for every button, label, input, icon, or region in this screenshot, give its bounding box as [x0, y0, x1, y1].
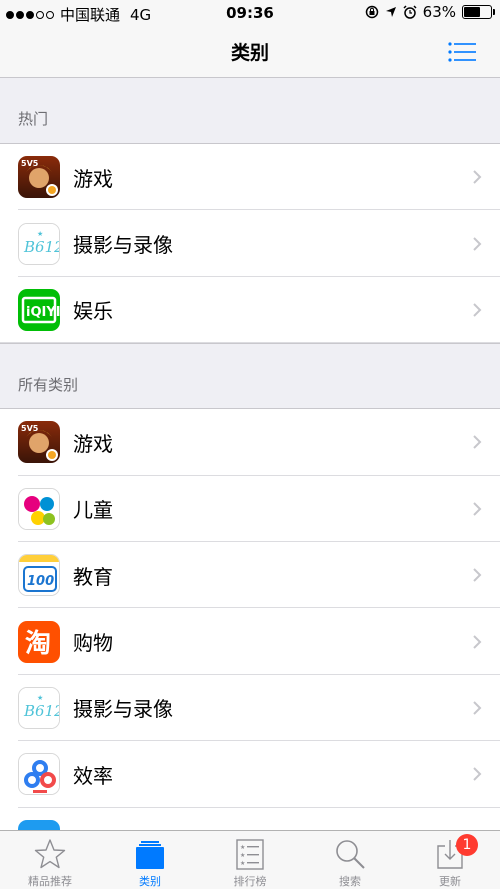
category-row-entertainment[interactable]: iQIYI 娱乐 — [0, 276, 500, 344]
svg-text:B612: B612 — [23, 702, 60, 720]
category-label: 摄影与录像 — [73, 233, 173, 258]
tab-categories[interactable]: 类别 — [100, 831, 200, 889]
list-icon[interactable] — [448, 42, 476, 62]
svg-text:iQIYI: iQIYI — [26, 305, 60, 320]
tab-ranking[interactable]: ★ ★ ★ 排行榜 — [200, 831, 300, 889]
category-label: 游戏 — [73, 166, 113, 191]
category-row-game[interactable]: 5V5 游戏 — [0, 409, 500, 476]
search-icon — [336, 840, 365, 869]
category-row-productivity[interactable]: 效率 — [0, 741, 500, 808]
tab-label: 更新 — [439, 875, 461, 888]
nav-bar: 类别 — [0, 26, 500, 78]
category-label: 教育 — [73, 564, 113, 589]
battery-fill — [464, 7, 481, 17]
tab-label: 搜索 — [339, 875, 361, 888]
category-row-partial[interactable] — [0, 807, 500, 830]
category-row-shopping[interactable]: 淘 购物 — [0, 608, 500, 676]
svg-text:★: ★ — [37, 694, 43, 702]
category-list: 热门 5V5 游戏 B612 ★ 摄影与录像 iQIYI 娱乐 所有类别 5V5 … — [0, 78, 500, 830]
category-label: 效率 — [73, 763, 113, 788]
chevron-right-icon — [473, 435, 482, 450]
update-count-badge: 1 — [456, 834, 478, 856]
chevron-right-icon — [473, 568, 482, 582]
svg-text:100: 100 — [27, 574, 54, 589]
chevron-right-icon — [473, 701, 482, 715]
chevron-right-icon — [473, 634, 482, 649]
svg-text:★: ★ — [37, 230, 43, 238]
100-icon: 100 — [18, 554, 60, 597]
category-label: 娱乐 — [73, 299, 113, 324]
tab-search[interactable]: 搜索 — [300, 831, 400, 889]
chevron-right-icon — [473, 502, 482, 516]
rotation-lock-icon — [365, 5, 378, 19]
b612-icon: B612 ★ — [18, 222, 60, 265]
category-label: 儿童 — [73, 498, 113, 523]
section-header-hot: 热门 — [0, 78, 500, 144]
ranking-icon: ★★★ — [236, 839, 264, 870]
category-row-kids[interactable]: 儿童 — [0, 475, 500, 543]
svg-text:★: ★ — [240, 860, 245, 867]
partial-app-icon — [18, 819, 60, 830]
category-row-photo-video[interactable]: B612 ★ 摄影与录像 — [0, 674, 500, 742]
iqiyi-icon: iQIYI — [18, 288, 60, 331]
svg-text:5V5: 5V5 — [21, 159, 39, 168]
chevron-right-icon — [473, 170, 482, 184]
categories-icon — [136, 841, 164, 869]
status-bar: 中国联通 4G 09:36 63% — [0, 0, 500, 26]
game-icon: 5V5 — [18, 421, 60, 464]
category-row-education[interactable]: 100 教育 — [0, 541, 500, 609]
tab-label: 排行榜 — [233, 875, 267, 888]
tab-bar: 精品推荐 类别 ★ ★ ★ 排行榜 搜索 更新 1 — [0, 830, 500, 889]
tab-label: 精品推荐 — [28, 875, 72, 888]
location-icon — [385, 7, 396, 17]
svg-text:★: ★ — [240, 844, 245, 851]
battery-icon — [462, 5, 495, 19]
svg-text:B612: B612 — [23, 238, 60, 256]
battery-percent: 63% — [422, 3, 456, 21]
category-row-photo-video[interactable]: B612 ★ 摄影与录像 — [0, 210, 500, 278]
svg-text:淘: 淘 — [25, 629, 51, 659]
category-label: 购物 — [73, 631, 113, 656]
page-title: 类别 — [230, 42, 269, 64]
game-icon: 5V5 — [18, 156, 60, 199]
tab-featured[interactable]: 精品推荐 — [0, 831, 100, 889]
chevron-right-icon — [473, 303, 482, 317]
status-right: 63% — [365, 3, 495, 21]
category-label: 摄影与录像 — [73, 697, 173, 722]
star-icon — [34, 839, 66, 869]
taobao-icon: 淘 — [18, 620, 60, 663]
alarm-icon — [403, 5, 417, 19]
category-row-game[interactable]: 5V5 游戏 — [0, 144, 500, 211]
tab-label: 类别 — [139, 875, 161, 888]
chevron-right-icon — [473, 236, 482, 251]
tab-updates[interactable]: 更新 1 — [400, 831, 500, 889]
category-label: 游戏 — [73, 431, 113, 456]
section-header-all: 所有类别 — [0, 343, 500, 410]
baidu-cloud-icon — [18, 753, 60, 796]
svg-text:5V5: 5V5 — [21, 424, 39, 433]
svg-text:★: ★ — [240, 852, 245, 859]
kids-icon — [18, 487, 60, 530]
chevron-right-icon — [473, 767, 482, 782]
b612-icon: B612 ★ — [18, 686, 60, 729]
